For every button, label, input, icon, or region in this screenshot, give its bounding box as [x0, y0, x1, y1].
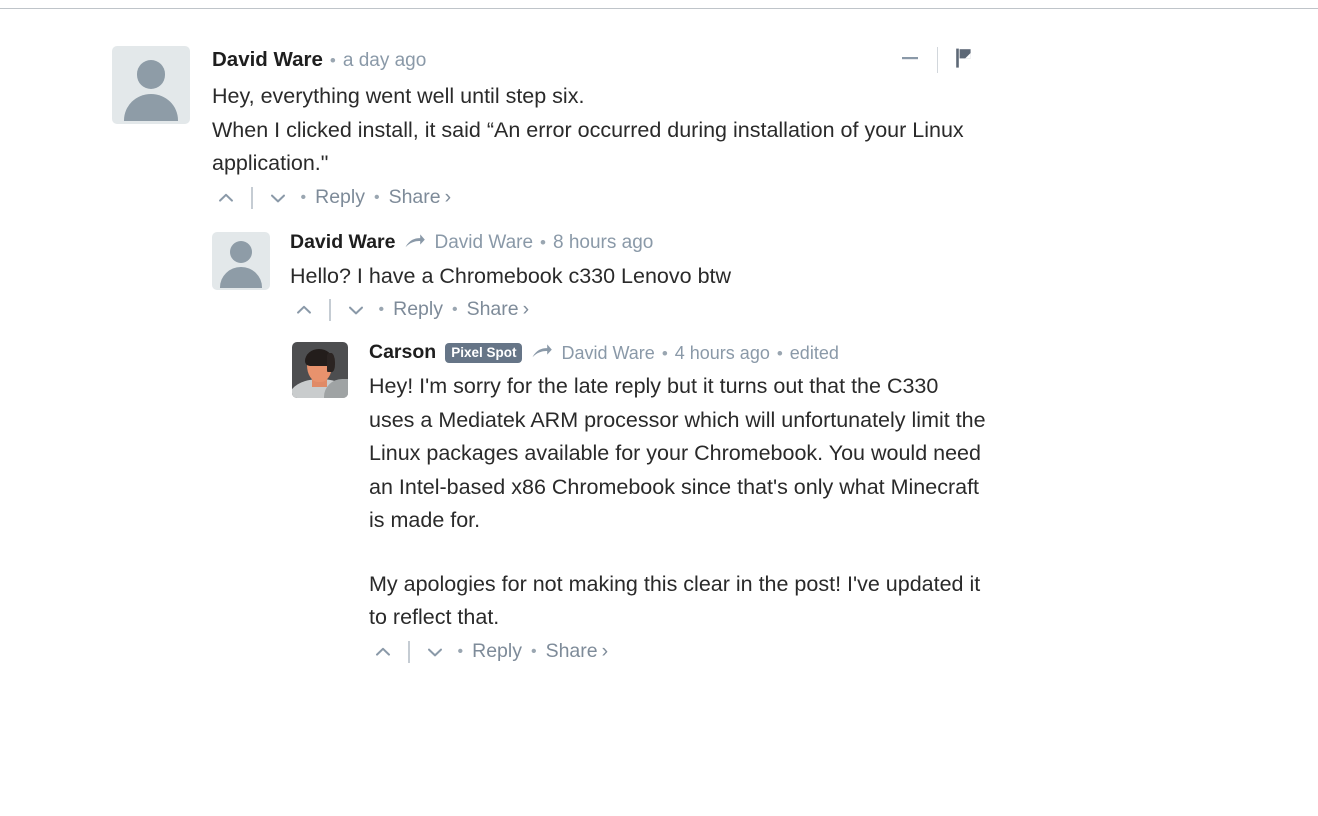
- separator-dot: •: [540, 233, 546, 252]
- downvote-button[interactable]: [264, 186, 292, 210]
- comment-timestamp[interactable]: 4 hours ago: [675, 344, 770, 362]
- reply-button[interactable]: Reply: [315, 187, 365, 208]
- avatar[interactable]: [212, 231, 270, 290]
- comment-item: David Ware David Ware • 8 hours ago Hell…: [0, 231, 1318, 323]
- reply-button[interactable]: Reply: [393, 300, 443, 320]
- comment-header: Carson Pixel Spot David Ware • 4 hours a…: [369, 342, 1318, 364]
- share-button[interactable]: Share: [467, 300, 519, 320]
- action-dot: •: [373, 188, 380, 206]
- comment-header: David Ware • a day ago: [212, 46, 1318, 74]
- avatar[interactable]: [292, 342, 348, 398]
- minus-icon[interactable]: [898, 47, 922, 73]
- comment-paragraph: My apologies for not making this clear i…: [369, 571, 981, 630]
- comment-thread-page: David Ware • a day ago Hey, everything w…: [0, 0, 1318, 816]
- avatar-silhouette-body-icon: [123, 94, 179, 121]
- comment-text: Hello? I have a Chromebook c330 Lenovo b…: [290, 260, 930, 294]
- comment-actions: • Reply • Share ›: [369, 640, 1318, 664]
- comment-thread: David Ware • a day ago Hey, everything w…: [0, 46, 1318, 664]
- share-button[interactable]: Share: [389, 187, 441, 208]
- comment-item: David Ware • a day ago Hey, everything w…: [0, 46, 1318, 210]
- action-dot: •: [300, 188, 307, 206]
- avatar-silhouette-head-icon: [136, 60, 166, 89]
- reply-arrow-icon: [531, 343, 553, 365]
- upvote-button[interactable]: [212, 186, 240, 210]
- comment-body: Carson Pixel Spot David Ware • 4 hours a…: [369, 342, 1318, 664]
- status-badge: Pixel Spot: [445, 343, 523, 363]
- action-dot: •: [530, 642, 537, 660]
- vote-divider: [251, 186, 253, 209]
- chevron-right-icon[interactable]: ›: [523, 300, 530, 320]
- comment-timestamp[interactable]: a day ago: [343, 51, 426, 70]
- action-dot: •: [457, 642, 464, 660]
- comment-author[interactable]: Carson: [369, 343, 436, 363]
- flag-icon[interactable]: [953, 46, 975, 74]
- comment-paragraph: Hey! I'm sorry for the late reply but it…: [369, 374, 986, 532]
- comment-edited-label: edited: [789, 343, 839, 363]
- upvote-button[interactable]: [369, 640, 397, 664]
- avatar[interactable]: [112, 46, 190, 124]
- comment-item: Carson Pixel Spot David Ware • 4 hours a…: [0, 342, 1318, 664]
- comment-paragraph: Hello? I have a Chromebook c330 Lenovo b…: [290, 263, 732, 288]
- separator-dot: •: [776, 343, 783, 363]
- comment-actions: • Reply • Share ›: [212, 186, 1318, 210]
- avatar-silhouette-head-icon: [229, 241, 252, 264]
- reply-button[interactable]: Reply: [472, 641, 522, 662]
- chevron-right-icon[interactable]: ›: [445, 187, 452, 208]
- top-divider: [0, 8, 1318, 9]
- downvote-button[interactable]: [421, 640, 449, 664]
- separator-dot: •: [329, 50, 336, 70]
- comment-author[interactable]: David Ware: [212, 49, 323, 71]
- upvote-button[interactable]: [290, 298, 318, 322]
- header-divider: [937, 47, 938, 73]
- avatar-silhouette-body-icon: [220, 267, 262, 288]
- comment-paragraph: Hey, everything went well until step six…: [212, 84, 964, 175]
- chevron-right-icon[interactable]: ›: [602, 641, 609, 662]
- comment-header-controls: [898, 46, 975, 74]
- action-dot: •: [378, 301, 385, 318]
- reply-arrow-icon: [404, 233, 426, 255]
- action-dot: •: [451, 301, 458, 318]
- comment-body: David Ware David Ware • 8 hours ago Hell…: [290, 232, 1318, 323]
- vote-divider: [329, 299, 331, 321]
- comment-header: David Ware David Ware • 8 hours ago: [290, 232, 1318, 254]
- comment-reply-to[interactable]: David Ware: [561, 344, 654, 362]
- avatar-photo-hair-side: [326, 353, 335, 373]
- comment-author[interactable]: David Ware: [290, 232, 395, 253]
- comment-text: Hey! I'm sorry for the late reply but it…: [369, 370, 989, 635]
- share-button[interactable]: Share: [546, 641, 598, 662]
- comment-body: David Ware • a day ago Hey, everything w…: [212, 46, 1318, 210]
- separator-dot: •: [661, 343, 668, 363]
- comment-reply-to[interactable]: David Ware: [434, 233, 533, 252]
- comment-timestamp[interactable]: 8 hours ago: [553, 233, 653, 252]
- vote-divider: [408, 640, 410, 663]
- comment-text: Hey, everything went well until step six…: [212, 80, 972, 181]
- downvote-button[interactable]: [342, 298, 370, 322]
- comment-actions: • Reply • Share ›: [290, 298, 1318, 322]
